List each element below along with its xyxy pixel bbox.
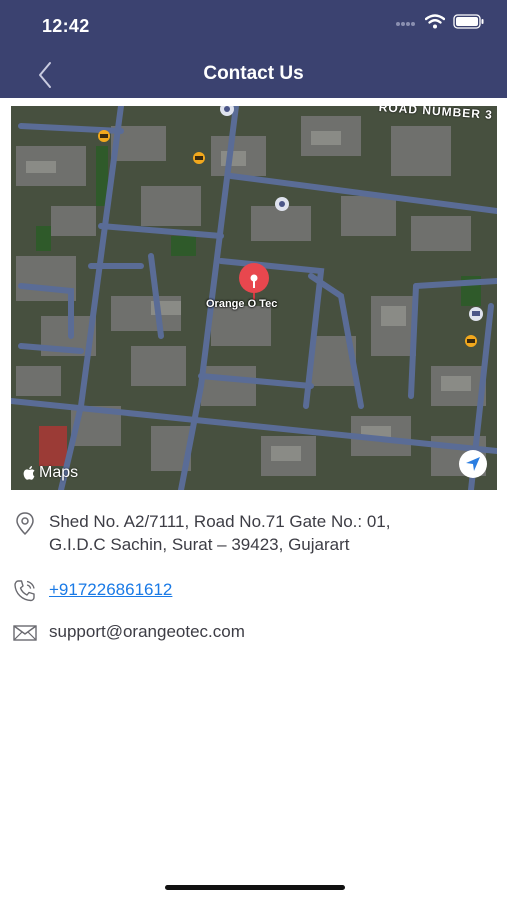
email-text[interactable]: support@orangeotec.com <box>49 620 245 643</box>
location-arrow-icon <box>466 457 480 471</box>
location-marker-icon <box>12 510 38 536</box>
home-indicator[interactable] <box>165 885 345 890</box>
location-pin-icon[interactable] <box>237 262 271 302</box>
address-line-2: G.I.D.C Sachin, Surat – 39423, Gujarart <box>49 535 350 554</box>
envelope-icon <box>12 620 38 646</box>
pin-label: Orange O Tec <box>206 298 278 310</box>
wifi-icon <box>424 14 446 34</box>
phone-icon <box>12 578 38 604</box>
signal-icon <box>395 15 417 33</box>
phone-row: +917226861612 <box>12 578 172 604</box>
maps-attribution-label: Maps <box>39 464 79 481</box>
status-icons <box>395 14 485 34</box>
status-time: 12:42 <box>42 16 90 36</box>
address-line-1: Shed No. A2/7111, Road No.71 Gate No.: 0… <box>49 512 391 531</box>
address-row: Shed No. A2/7111, Road No.71 Gate No.: 0… <box>12 510 391 556</box>
battery-icon <box>453 14 485 34</box>
apple-maps-attribution[interactable]: Maps <box>23 464 78 482</box>
page-title: Contact Us <box>203 63 304 84</box>
email-row: support@orangeotec.com <box>12 620 245 646</box>
map-view[interactable]: ROAD NUMBER 3 Orange O Tec Maps <box>11 106 497 490</box>
current-location-button[interactable] <box>459 450 487 478</box>
address-text: Shed No. A2/7111, Road No.71 Gate No.: 0… <box>49 510 391 556</box>
apple-logo-icon <box>23 466 35 480</box>
navigation-bar: 12:42 Contact Us <box>0 0 507 98</box>
phone-link[interactable]: +917226861612 <box>49 578 172 601</box>
